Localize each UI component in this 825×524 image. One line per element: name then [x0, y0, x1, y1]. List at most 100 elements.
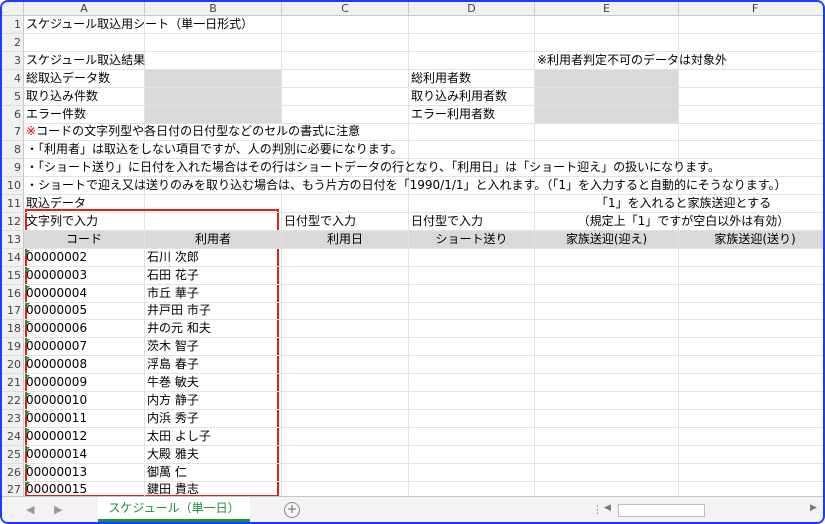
row-header-17[interactable]: 17 — [2, 302, 24, 321]
cell[interactable] — [409, 266, 535, 285]
cell[interactable] — [282, 374, 409, 392]
summary-value[interactable] — [535, 69, 679, 88]
summary-value[interactable] — [535, 105, 679, 124]
code-cell[interactable]: 00000007 — [24, 338, 145, 357]
cell[interactable] — [282, 33, 409, 52]
table-header-cell[interactable]: 家族送迎(送り) — [679, 230, 823, 249]
cell[interactable] — [679, 481, 823, 496]
cell[interactable] — [535, 356, 679, 375]
user-name-cell[interactable]: 太田 よし子 — [145, 427, 282, 446]
note-one-way[interactable]: ・ショートで迎え又は送りのみを取り込む場合は、もう片方の日付を「1990/1/1… — [24, 177, 823, 196]
code-cell[interactable]: 00000005 — [24, 302, 145, 321]
user-name-cell[interactable]: 井戸田 市子 — [145, 302, 282, 321]
cell[interactable] — [409, 16, 535, 34]
cell[interactable] — [535, 374, 679, 392]
add-sheet-icon[interactable]: + — [284, 502, 300, 518]
cell[interactable] — [282, 356, 409, 375]
row-header-4[interactable]: 4 — [2, 69, 24, 88]
cell[interactable] — [679, 267, 823, 285]
cell[interactable] — [535, 445, 679, 464]
cell[interactable] — [535, 427, 679, 446]
blank-valid-note[interactable]: （規定上「1」ですが空白以外は有効） — [535, 213, 823, 231]
cell[interactable] — [409, 356, 535, 375]
row-header-10[interactable]: 10 — [2, 177, 24, 196]
cell[interactable] — [535, 338, 679, 357]
row-header-18[interactable]: 18 — [2, 320, 24, 339]
user-name-cell[interactable]: 内方 静子 — [145, 391, 282, 410]
sheet-title[interactable]: スケジュール取込用シート（単一日形式） — [24, 16, 409, 34]
cell[interactable] — [282, 302, 409, 321]
cell[interactable] — [282, 391, 409, 410]
cell[interactable] — [282, 87, 409, 106]
table-header-cell[interactable]: 家族送迎(迎え) — [535, 230, 679, 249]
select-all-corner[interactable] — [2, 2, 24, 16]
user-name-cell[interactable]: 牛巻 敏夫 — [145, 374, 282, 392]
cell[interactable] — [679, 356, 823, 375]
table-header-cell[interactable]: 利用者 — [145, 230, 282, 249]
cell[interactable] — [409, 463, 535, 482]
code-cell[interactable]: 00000010 — [24, 391, 145, 410]
row-header-8[interactable]: 8 — [2, 141, 24, 160]
cell[interactable] — [679, 374, 823, 392]
tab-next-icon[interactable]: ▶ — [54, 503, 62, 516]
code-cell[interactable]: 00000013 — [24, 463, 145, 482]
row-header-1[interactable]: 1 — [2, 16, 24, 34]
table-header-cell[interactable]: ショート送り — [409, 230, 535, 249]
cell[interactable] — [409, 391, 535, 410]
cell[interactable] — [679, 428, 823, 446]
user-name-cell[interactable]: 御萬 仁 — [145, 463, 282, 482]
code-cell[interactable]: 00000003 — [24, 266, 145, 285]
cell[interactable] — [535, 33, 679, 52]
column-header-f[interactable]: F — [679, 2, 823, 16]
scroll-right-icon[interactable]: ▶ — [810, 503, 817, 513]
summary-value[interactable] — [145, 69, 282, 88]
row-header-3[interactable]: 3 — [2, 51, 24, 70]
summary-value[interactable] — [535, 87, 679, 106]
cell[interactable] — [535, 320, 679, 339]
cell[interactable] — [679, 34, 823, 52]
row-header-14[interactable]: 14 — [2, 248, 24, 267]
user-name-cell[interactable]: 井の元 和夫 — [145, 320, 282, 339]
cell[interactable] — [679, 16, 823, 34]
row-header-9[interactable]: 9 — [2, 159, 24, 178]
cell[interactable] — [535, 391, 679, 410]
row-header-2[interactable]: 2 — [2, 33, 24, 52]
cell[interactable] — [409, 320, 535, 339]
code-cell[interactable]: 00000011 — [24, 409, 145, 428]
note-short-send[interactable]: ・「ショート送り」に日付を入れた場合はその行はショートデータの行となり、「利用日… — [24, 159, 823, 178]
cell[interactable] — [409, 374, 535, 392]
cell[interactable] — [679, 70, 823, 88]
code-cell[interactable]: 00000004 — [24, 284, 145, 303]
code-cell[interactable]: 00000009 — [24, 374, 145, 392]
cell[interactable] — [409, 33, 535, 52]
cell[interactable] — [282, 409, 409, 428]
import-data-label[interactable]: 取込データ — [24, 195, 282, 213]
column-header-c[interactable]: C — [282, 2, 409, 16]
tab-schedule-single-day[interactable]: スケジュール（単一日） — [98, 497, 250, 522]
column-header-a[interactable]: A — [24, 2, 145, 16]
cell[interactable] — [535, 481, 679, 496]
cell[interactable] — [282, 195, 409, 213]
tab-prev-icon[interactable]: ◀ — [26, 503, 34, 516]
cell[interactable] — [282, 338, 409, 357]
user-name-cell[interactable]: 茨木 智子 — [145, 338, 282, 357]
user-name-cell[interactable]: 鍵田 貴志 — [145, 481, 282, 496]
cell[interactable] — [282, 427, 409, 446]
row-header-23[interactable]: 23 — [2, 409, 24, 428]
cell[interactable] — [282, 51, 409, 70]
cell[interactable] — [679, 88, 823, 106]
cell[interactable] — [282, 248, 409, 267]
code-cell[interactable]: 00000015 — [24, 481, 145, 496]
cell[interactable] — [282, 320, 409, 339]
cell[interactable] — [679, 106, 823, 124]
cell[interactable] — [535, 248, 679, 267]
row-header-7[interactable]: 7 — [2, 123, 24, 142]
cell[interactable] — [679, 338, 823, 357]
note-format-warning[interactable]: ※コードの文字列型や各日付の日付型などのセルの書式に注意 — [24, 123, 823, 142]
row-header-24[interactable]: 24 — [2, 427, 24, 446]
cell[interactable] — [679, 302, 823, 321]
code-cell[interactable]: 00000008 — [24, 356, 145, 375]
cell[interactable] — [282, 481, 409, 496]
date-input-label[interactable]: 日付型で入力 — [282, 213, 409, 231]
cell[interactable] — [409, 195, 535, 213]
